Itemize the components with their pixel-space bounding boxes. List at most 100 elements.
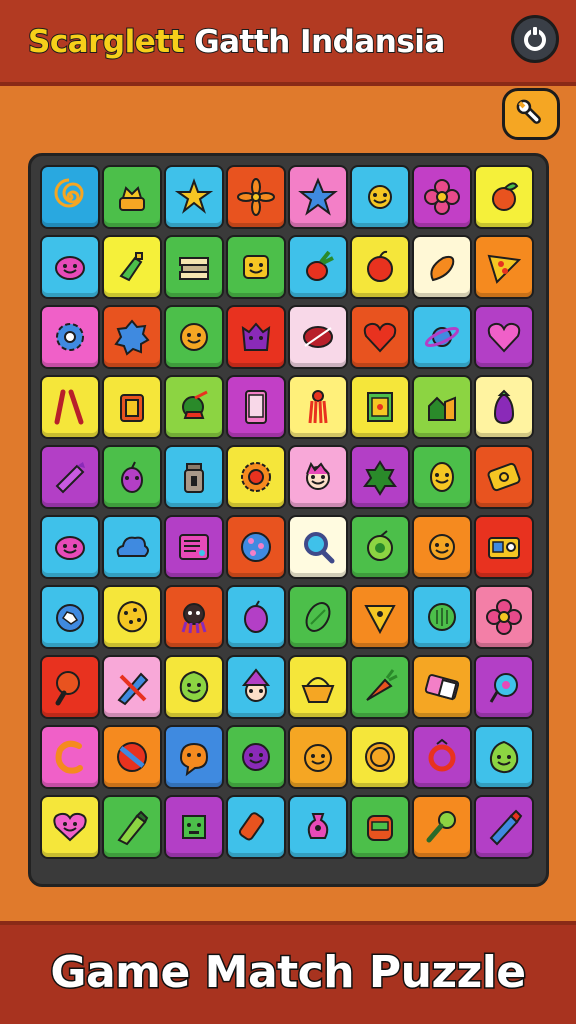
bubble-icon — [179, 742, 209, 777]
tile[interactable] — [226, 795, 286, 859]
tile[interactable] — [164, 515, 224, 579]
orange-face-icon — [429, 534, 455, 560]
tile[interactable] — [226, 165, 286, 229]
tile[interactable] — [288, 165, 348, 229]
bottle-icon — [119, 252, 143, 282]
tile[interactable] — [164, 375, 224, 439]
tile[interactable] — [288, 375, 348, 439]
tile[interactable] — [474, 585, 534, 649]
tile[interactable] — [164, 725, 224, 789]
tile[interactable] — [102, 655, 162, 719]
tile-grid — [40, 165, 534, 859]
tile[interactable] — [40, 515, 100, 579]
magnifier-icon — [304, 532, 335, 564]
tile[interactable] — [474, 375, 534, 439]
tile[interactable] — [164, 235, 224, 299]
heart-icon — [363, 322, 397, 353]
tile[interactable] — [350, 795, 410, 859]
tile[interactable] — [226, 445, 286, 509]
tile[interactable] — [412, 165, 472, 229]
tile[interactable] — [102, 585, 162, 649]
tile[interactable] — [474, 165, 534, 229]
tile[interactable] — [226, 305, 286, 369]
basket-icon — [301, 677, 335, 703]
tile[interactable] — [102, 795, 162, 859]
tile[interactable] — [288, 795, 348, 859]
tile[interactable] — [40, 375, 100, 439]
tile[interactable] — [102, 445, 162, 509]
tile[interactable] — [102, 235, 162, 299]
tile[interactable] — [288, 515, 348, 579]
carrot-icon — [366, 669, 398, 701]
pen-icon — [117, 672, 149, 706]
tile[interactable] — [412, 585, 472, 649]
tile[interactable] — [102, 305, 162, 369]
tile[interactable] — [40, 725, 100, 789]
tile[interactable] — [288, 585, 348, 649]
tile[interactable] — [474, 515, 534, 579]
settings-button[interactable] — [502, 88, 560, 140]
tile[interactable] — [40, 235, 100, 299]
tile[interactable] — [288, 445, 348, 509]
tile[interactable] — [412, 375, 472, 439]
tile[interactable] — [412, 795, 472, 859]
tile[interactable] — [164, 305, 224, 369]
tile[interactable] — [164, 165, 224, 229]
dots-icon — [241, 532, 271, 562]
tile[interactable] — [412, 655, 472, 719]
tile[interactable] — [102, 515, 162, 579]
tile[interactable] — [40, 585, 100, 649]
block-icon — [182, 815, 206, 839]
tile[interactable] — [350, 655, 410, 719]
tile[interactable] — [40, 165, 100, 229]
tile[interactable] — [350, 375, 410, 439]
power-button[interactable] — [511, 15, 559, 63]
tile[interactable] — [102, 375, 162, 439]
tile[interactable] — [350, 515, 410, 579]
tile[interactable] — [288, 235, 348, 299]
radio-icon — [488, 537, 520, 559]
tile[interactable] — [40, 305, 100, 369]
tile[interactable] — [412, 515, 472, 579]
tile[interactable] — [474, 795, 534, 859]
tile[interactable] — [412, 235, 472, 299]
tile[interactable] — [350, 235, 410, 299]
tile[interactable] — [474, 725, 534, 789]
tile[interactable] — [40, 655, 100, 719]
flower-icon — [486, 599, 522, 635]
tile[interactable] — [226, 235, 286, 299]
bulb-icon — [426, 811, 456, 843]
tile[interactable] — [350, 725, 410, 789]
tile[interactable] — [474, 305, 534, 369]
tile[interactable] — [412, 445, 472, 509]
tile[interactable] — [350, 305, 410, 369]
tile[interactable] — [412, 725, 472, 789]
tile[interactable] — [40, 795, 100, 859]
tile[interactable] — [226, 655, 286, 719]
tile[interactable] — [474, 445, 534, 509]
tile[interactable] — [164, 585, 224, 649]
tile[interactable] — [350, 165, 410, 229]
tile[interactable] — [102, 725, 162, 789]
eraser-icon — [424, 674, 460, 701]
tile[interactable] — [288, 305, 348, 369]
tile[interactable] — [288, 655, 348, 719]
tile[interactable] — [40, 445, 100, 509]
tile[interactable] — [350, 445, 410, 509]
tile[interactable] — [164, 655, 224, 719]
power-icon — [524, 25, 546, 51]
lime-face-icon — [489, 740, 519, 774]
tile[interactable] — [164, 795, 224, 859]
tile[interactable] — [226, 725, 286, 789]
tile[interactable] — [226, 585, 286, 649]
tile[interactable] — [226, 375, 286, 439]
tile[interactable] — [350, 585, 410, 649]
tile[interactable] — [474, 655, 534, 719]
tile[interactable] — [412, 305, 472, 369]
tile[interactable] — [474, 235, 534, 299]
ring2-icon — [428, 738, 456, 772]
tile[interactable] — [288, 725, 348, 789]
tile[interactable] — [164, 445, 224, 509]
tile[interactable] — [226, 515, 286, 579]
tile[interactable] — [102, 165, 162, 229]
